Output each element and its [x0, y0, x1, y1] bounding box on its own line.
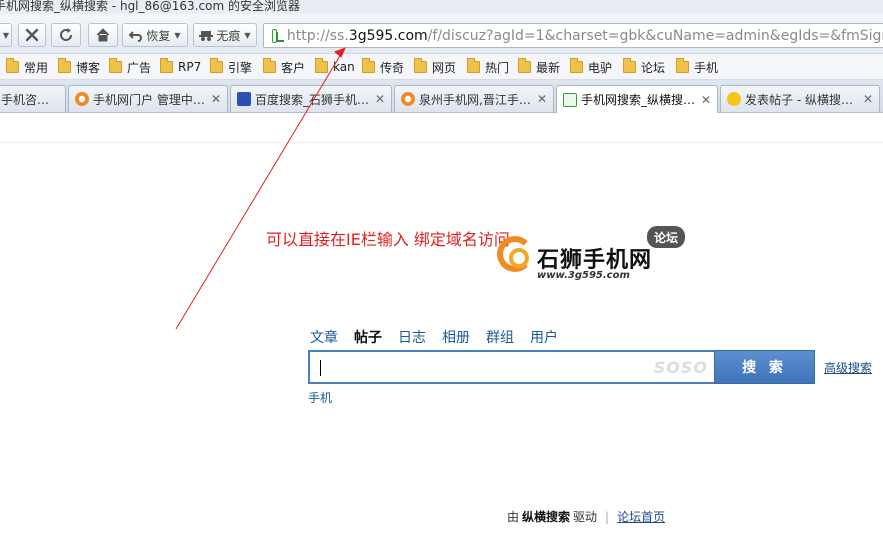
search-tab-threads[interactable]: 帖子 — [354, 327, 382, 347]
logo-swirl-icon — [497, 236, 533, 272]
soso-watermark: SOSO — [653, 358, 708, 377]
footer-brand: 纵横搜索 — [522, 510, 571, 524]
search-tab-articles[interactable]: 文章 — [310, 327, 338, 347]
search-input[interactable] — [318, 358, 648, 378]
search-tab-groups[interactable]: 群组 — [486, 327, 514, 347]
footer-separator: | — [605, 509, 610, 524]
search-tab-users[interactable]: 用户 — [530, 327, 558, 347]
search-button[interactable]: 搜 索 — [714, 350, 815, 384]
text-cursor — [320, 360, 321, 376]
search-tab-albums[interactable]: 相册 — [442, 327, 470, 347]
site-logo[interactable]: 石狮手机网 www.3g595.com 论坛 — [497, 226, 687, 288]
search-type-tabs: 文章 帖子 日志 相册 群组 用户 — [310, 327, 574, 347]
arrow-head — [334, 47, 346, 58]
search-hint-link[interactable]: 手机 — [308, 389, 332, 406]
annotation-text: 可以直接在IE栏输入 绑定域名访问 — [266, 230, 510, 249]
logo-badge: 论坛 — [647, 226, 685, 248]
logo-site: www.3g595.com — [537, 270, 630, 281]
footer-prefix: 由 — [507, 510, 520, 524]
footer: 由 纵横搜索 驱动 | 论坛首页 — [507, 508, 665, 525]
forum-home-link[interactable]: 论坛首页 — [617, 508, 665, 525]
search-box: SOSO — [308, 350, 714, 384]
search-tab-blogs[interactable]: 日志 — [398, 327, 426, 347]
advanced-search-link[interactable]: 高级搜索 — [824, 359, 872, 376]
footer-suffix: 驱动 — [573, 510, 598, 524]
annotation-arrow — [175, 47, 346, 330]
arrow-line — [175, 48, 345, 330]
